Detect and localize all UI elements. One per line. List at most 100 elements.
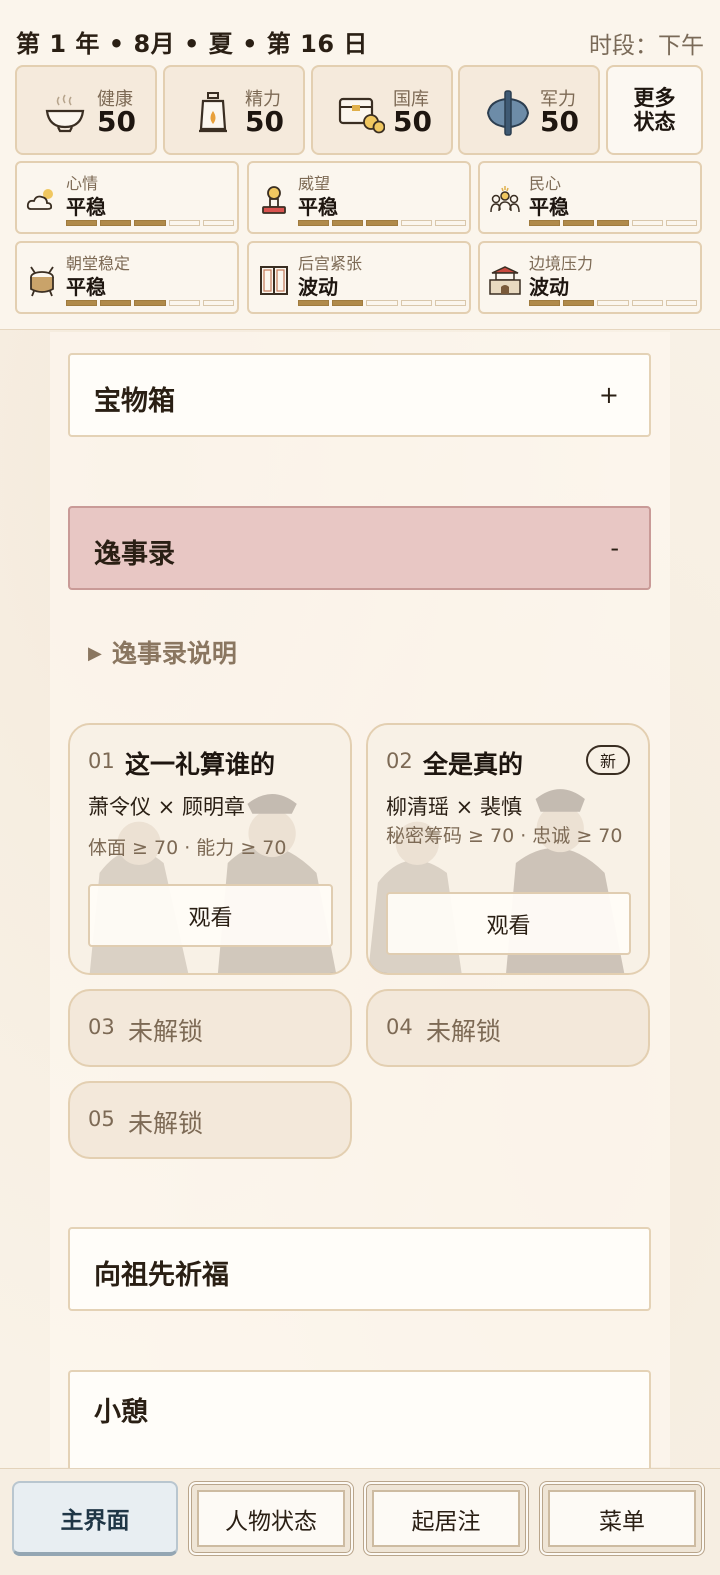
condition-meter bbox=[298, 300, 467, 306]
meter-segment bbox=[134, 300, 166, 306]
meter-segment bbox=[400, 220, 432, 226]
meter-segment bbox=[332, 220, 364, 226]
condition-meter bbox=[529, 220, 698, 226]
expand-toggle: + bbox=[598, 381, 619, 409]
condition-meter bbox=[66, 220, 235, 226]
more-status-button[interactable]: 更多 状态 bbox=[606, 65, 703, 155]
lantern-icon bbox=[199, 92, 227, 133]
meter-segment bbox=[134, 220, 166, 226]
locked-story-card[interactable]: 05 未解锁 bbox=[68, 1081, 352, 1159]
bottom-navigation: 主界面 人物状态 起居注 菜单 bbox=[0, 1468, 720, 1575]
nav-menu[interactable]: 菜单 bbox=[539, 1481, 705, 1556]
locked-label: 未解锁 bbox=[128, 1109, 204, 1138]
anecdotes-section[interactable]: 逸事录 - bbox=[68, 506, 651, 590]
meter-segment bbox=[597, 220, 629, 226]
locked-label: 未解锁 bbox=[426, 1017, 502, 1046]
explanation-label: 逸事录说明 bbox=[111, 639, 237, 668]
condition-value: 平稳 bbox=[529, 195, 569, 219]
meter-segment bbox=[66, 220, 98, 226]
meter-segment bbox=[529, 220, 561, 226]
stat-value: 50 bbox=[540, 105, 579, 138]
date-display: 第 1 年 • 8月 • 夏 • 第 16 日 bbox=[16, 30, 368, 58]
meter-segment bbox=[665, 300, 698, 306]
ancestor-blessing-button[interactable]: 向祖先祈福 bbox=[68, 1227, 651, 1311]
section-title: 宝物箱 bbox=[94, 386, 175, 417]
meter-segment bbox=[631, 300, 663, 306]
condition-border-pressure[interactable]: 边境压力 波动 bbox=[478, 241, 702, 314]
new-badge: 新 bbox=[586, 745, 630, 775]
stat-treasury[interactable]: 国库 50 bbox=[311, 65, 453, 155]
more-status-label: 更多 状态 bbox=[633, 86, 676, 134]
treasure-box-section[interactable]: 宝物箱 + bbox=[68, 353, 651, 437]
story-requirements: 体面 ≥ 70 · 能力 ≥ 70 bbox=[88, 837, 287, 859]
watch-button[interactable]: 观看 bbox=[386, 892, 631, 955]
condition-prestige[interactable]: 威望 平稳 bbox=[247, 161, 471, 234]
anecdotes-explanation-toggle[interactable]: ▶ 逸事录说明 bbox=[88, 634, 237, 670]
nav-main[interactable]: 主界面 bbox=[12, 1481, 178, 1556]
meter-segment bbox=[400, 300, 432, 306]
story-characters: 萧令仪 × 顾明章 bbox=[88, 795, 245, 819]
fortress-icon bbox=[489, 266, 521, 295]
meter-segment bbox=[434, 220, 467, 226]
meter-segment bbox=[168, 300, 200, 306]
story-title: 这一礼算谁的 bbox=[125, 750, 276, 779]
meter-segment bbox=[66, 300, 98, 306]
meter-segment bbox=[597, 300, 629, 306]
story-requirements: 秘密筹码 ≥ 70 · 忠诚 ≥ 70 bbox=[386, 825, 623, 847]
stat-health[interactable]: 健康 50 bbox=[15, 65, 157, 155]
meter-segment bbox=[366, 300, 398, 306]
story-number: 03 bbox=[88, 1015, 115, 1039]
collapse-toggle: - bbox=[610, 534, 619, 562]
status-header: 第 1 年 • 8月 • 夏 • 第 16 日 时段：下午 健康 50 精力 5… bbox=[0, 0, 720, 330]
meter-segment bbox=[631, 220, 663, 226]
seal-icon bbox=[262, 186, 286, 214]
meter-segment bbox=[529, 300, 561, 306]
locked-story-card[interactable]: 03 未解锁 bbox=[68, 989, 352, 1067]
stat-value: 50 bbox=[245, 105, 284, 138]
story-characters: 柳清瑶 × 裴慎 bbox=[386, 795, 522, 819]
meter-segment bbox=[332, 300, 364, 306]
story-number: 05 bbox=[88, 1107, 115, 1131]
triangle-right-icon: ▶ bbox=[88, 643, 102, 664]
story-card: 01 这一礼算谁的 萧令仪 × 顾明章 体面 ≥ 70 · 能力 ≥ 70 观看 bbox=[68, 723, 352, 975]
condition-value: 平稳 bbox=[66, 275, 106, 299]
stat-energy[interactable]: 精力 50 bbox=[163, 65, 305, 155]
bowl-icon bbox=[45, 94, 85, 133]
condition-value: 波动 bbox=[298, 275, 338, 299]
meter-segment bbox=[434, 300, 467, 306]
meter-segment bbox=[665, 220, 698, 226]
story-number: 04 bbox=[386, 1015, 413, 1039]
section-title: 逸事录 bbox=[94, 539, 175, 570]
locked-story-card[interactable]: 04 未解锁 bbox=[366, 989, 650, 1067]
condition-value: 波动 bbox=[529, 275, 569, 299]
condition-court-stability[interactable]: 朝堂稳定 平稳 bbox=[15, 241, 239, 314]
condition-mood[interactable]: 心情 平稳 bbox=[15, 161, 239, 234]
meter-segment bbox=[563, 300, 595, 306]
axe-icon bbox=[486, 90, 530, 136]
watch-button[interactable]: 观看 bbox=[88, 884, 333, 947]
meter-segment bbox=[366, 220, 398, 226]
stat-military[interactable]: 军力 50 bbox=[458, 65, 600, 155]
locked-label: 未解锁 bbox=[128, 1017, 204, 1046]
nav-daily-record[interactable]: 起居注 bbox=[363, 1481, 529, 1556]
condition-value: 平稳 bbox=[66, 195, 106, 219]
story-card: 02 全是真的 新 柳清瑶 × 裴慎 秘密筹码 ≥ 70 · 忠诚 ≥ 70 观… bbox=[366, 723, 650, 975]
condition-harem-tension[interactable]: 后宫紧张 波动 bbox=[247, 241, 471, 314]
section-title: 向祖先祈福 bbox=[94, 1260, 229, 1291]
meter-segment bbox=[100, 220, 132, 226]
meter-segment bbox=[298, 220, 330, 226]
story-number: 01 bbox=[88, 749, 115, 773]
rest-button[interactable]: 小憩 bbox=[68, 1370, 651, 1470]
condition-meter bbox=[66, 300, 235, 306]
meter-segment bbox=[563, 220, 595, 226]
meter-segment bbox=[168, 220, 200, 226]
meter-segment bbox=[298, 300, 330, 306]
meter-segment bbox=[202, 220, 235, 226]
stat-value: 50 bbox=[97, 105, 136, 138]
meter-segment bbox=[100, 300, 132, 306]
condition-public-sentiment[interactable]: 民心 平稳 bbox=[478, 161, 702, 234]
story-title: 全是真的 bbox=[423, 750, 524, 779]
door-icon bbox=[260, 266, 288, 295]
treasury-chest-icon bbox=[338, 97, 385, 134]
nav-character-status[interactable]: 人物状态 bbox=[188, 1481, 354, 1556]
